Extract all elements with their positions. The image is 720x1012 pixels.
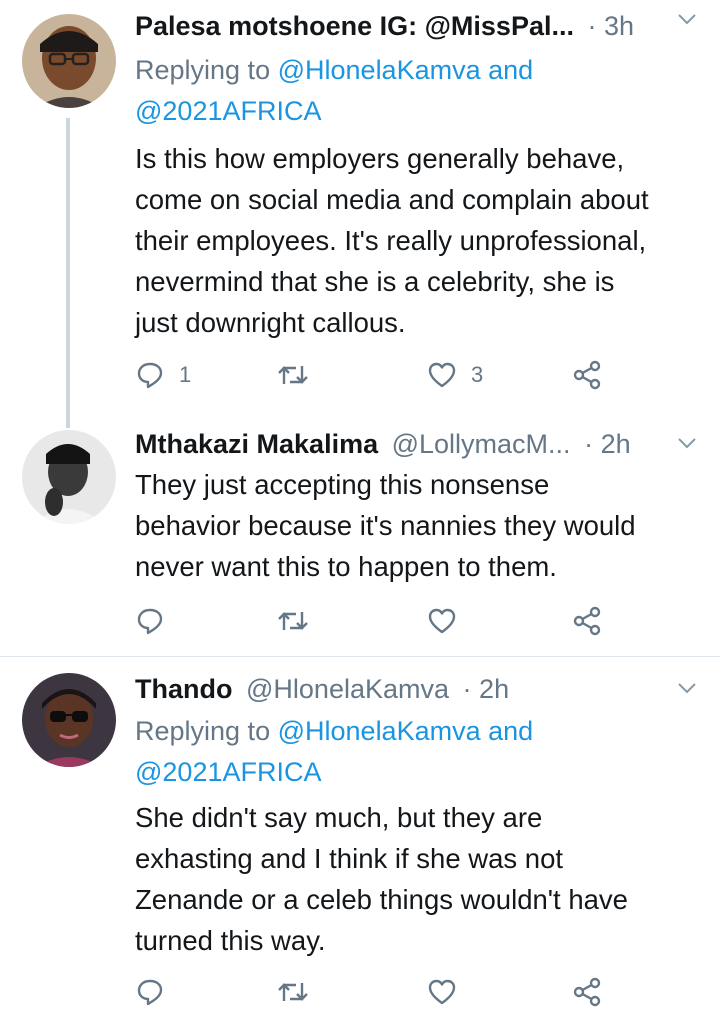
tweet-text-line: Zenande or a celeb things wouldn't have [135, 884, 628, 915]
mention-link[interactable]: @HlonelaKamva [278, 55, 481, 85]
retweet-button[interactable] [277, 604, 323, 638]
like-button[interactable] [427, 604, 471, 638]
display-name[interactable]: Palesa motshoene IG: @MissPal... [135, 11, 574, 41]
share-button[interactable] [571, 975, 603, 1009]
timestamp[interactable]: 2h [479, 674, 509, 704]
tweet-header: Thando @HlonelaKamva · 2h [135, 669, 700, 709]
avatar[interactable] [22, 673, 116, 767]
replying-prefix: Replying to [135, 55, 271, 85]
tweet-text-line: They just accepting this nonsense [135, 469, 550, 500]
reply-button[interactable] [135, 975, 179, 1009]
replying-prefix: Replying to [135, 716, 271, 746]
tweet-text: She didn't say much, but they are exhast… [135, 797, 705, 961]
share-icon [573, 360, 601, 390]
retweet-icon [278, 612, 308, 630]
tweet-text: Is this how employers generally behave, … [135, 138, 705, 343]
tweet-text-line: come on social media and complain about [135, 184, 649, 215]
retweet-icon [278, 983, 308, 1001]
timestamp[interactable]: 2h [601, 429, 631, 459]
retweet-icon [278, 366, 308, 384]
tweet-text-line: behavior because it's nannies they would [135, 510, 636, 541]
heart-icon [428, 362, 456, 388]
replying-to: Replying to @HlonelaKamva and @2021AFRIC… [135, 50, 533, 132]
replying-and[interactable]: and [488, 55, 533, 85]
thread-line [66, 118, 70, 428]
share-button[interactable] [571, 358, 603, 392]
tweet-text-line: just downright callous. [135, 307, 406, 338]
tweet-palesa[interactable]: Palesa motshoene IG: @MissPal... · 3h Re… [0, 0, 720, 428]
user-handle[interactable]: @LollymacM... [392, 429, 571, 459]
reply-button[interactable]: 1 [135, 358, 191, 392]
reply-button[interactable] [135, 604, 179, 638]
tweet-actions [135, 604, 615, 638]
chevron-down-icon[interactable] [676, 677, 698, 699]
like-count: 3 [471, 362, 484, 387]
replying-to: Replying to @HlonelaKamva and @2021AFRIC… [135, 711, 533, 793]
like-button[interactable] [427, 975, 471, 1009]
mention-link[interactable]: @2021AFRICA [135, 757, 321, 787]
tweet-text-line: exhasting and I think if she was not [135, 843, 564, 874]
tweet-text: They just accepting this nonsense behavi… [135, 464, 705, 587]
display-name[interactable]: Thando [135, 674, 232, 704]
tweet-text-line: nevermind that she is a celebrity, she i… [135, 266, 615, 297]
tweet-text-line: She didn't say much, but they are [135, 802, 543, 833]
tweet-text-line: never want this to happen to them. [135, 551, 557, 582]
tweet-mthakazi[interactable]: Mthakazi Makalima @LollymacM... · 2h The… [0, 420, 720, 656]
avatar[interactable] [22, 430, 116, 524]
mention-link[interactable]: @HlonelaKamva [278, 716, 481, 746]
timestamp[interactable]: 3h [604, 11, 634, 41]
tweet-text-line: their employees. It's really unprofessio… [135, 225, 647, 256]
reply-count: 1 [179, 362, 192, 387]
tweet-actions: 1 3 [135, 358, 615, 392]
retweet-button[interactable] [277, 358, 323, 392]
heart-icon [428, 979, 456, 1005]
user-handle[interactable]: @HlonelaKamva [246, 674, 449, 704]
tweet-text-line: Is this how employers generally behave, [135, 143, 625, 174]
separator-dot: · [462, 674, 472, 704]
tweet-thando[interactable]: Thando @HlonelaKamva · 2h Replying to @H… [0, 657, 720, 1012]
replying-and[interactable]: and [488, 716, 533, 746]
like-button[interactable]: 3 [427, 358, 483, 392]
share-button[interactable] [571, 604, 603, 638]
separator-dot: · [587, 11, 597, 41]
separator-dot: · [584, 429, 594, 459]
share-icon [573, 606, 601, 636]
reply-icon [137, 608, 163, 635]
tweet-header: Mthakazi Makalima @LollymacM... · 2h [135, 424, 700, 464]
mention-link[interactable]: @2021AFRICA [135, 96, 321, 126]
heart-icon [428, 608, 456, 634]
reply-icon [137, 979, 163, 1006]
chevron-down-icon[interactable] [676, 432, 698, 454]
tweet-header: Palesa motshoene IG: @MissPal... · 3h [135, 6, 700, 46]
tweet-actions [135, 975, 615, 1009]
avatar[interactable] [22, 14, 116, 108]
reply-icon [137, 362, 163, 389]
display-name[interactable]: Mthakazi Makalima [135, 429, 378, 459]
share-icon [573, 977, 601, 1007]
tweet-text-line: turned this way. [135, 925, 326, 956]
retweet-button[interactable] [277, 975, 323, 1009]
chevron-down-icon[interactable] [676, 8, 698, 30]
